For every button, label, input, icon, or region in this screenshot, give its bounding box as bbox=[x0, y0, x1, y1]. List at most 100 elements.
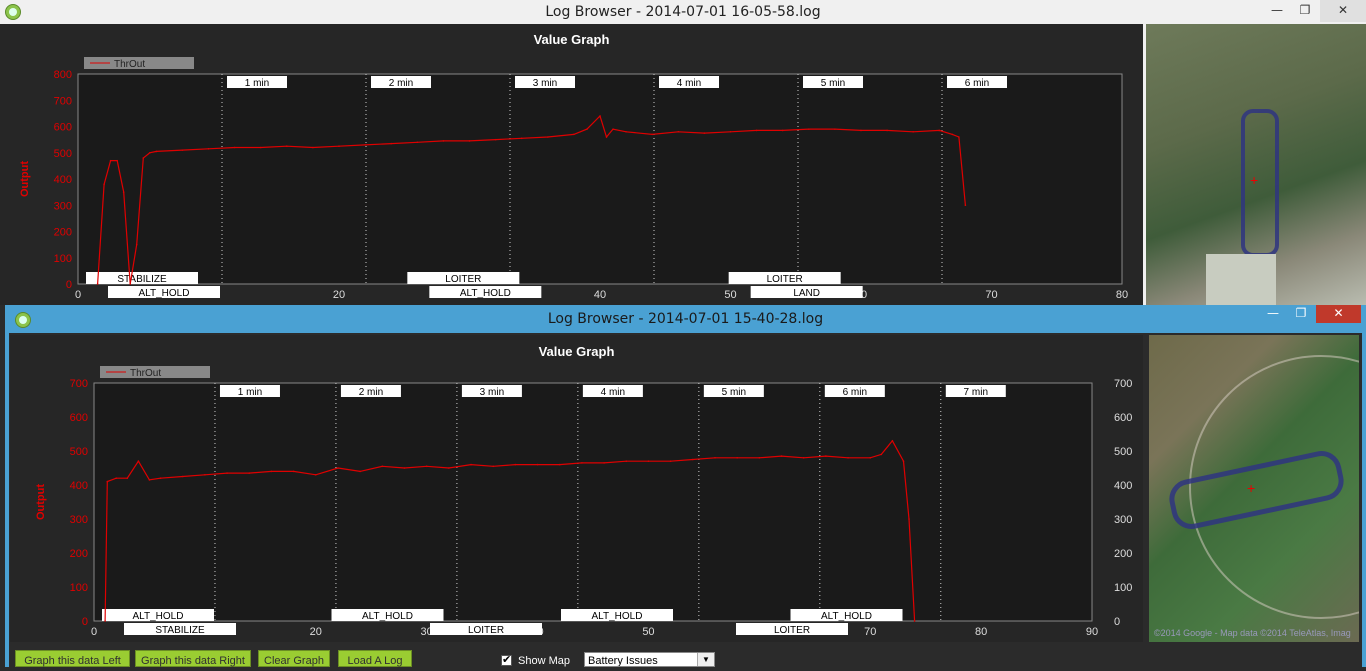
data-point bbox=[416, 141, 419, 144]
data-point bbox=[913, 620, 916, 622]
data-point bbox=[129, 283, 131, 285]
y-tick-label: 300 bbox=[70, 514, 88, 526]
data-point bbox=[286, 145, 288, 147]
map-1-track bbox=[1241, 109, 1279, 257]
map-view-1[interactable]: + bbox=[1146, 24, 1366, 305]
y-axis-label: Output bbox=[35, 484, 47, 520]
data-point bbox=[403, 467, 406, 469]
data-point bbox=[390, 142, 393, 145]
load-log-button[interactable]: Load A Log bbox=[338, 650, 412, 667]
chevron-down-icon[interactable]: ▼ bbox=[697, 653, 714, 666]
mode-label: STABILIZE bbox=[117, 274, 167, 285]
y-tick-label: 0 bbox=[66, 279, 72, 291]
data-point bbox=[337, 467, 339, 469]
data-point bbox=[314, 474, 317, 476]
mode-label: ALT_HOLD bbox=[362, 611, 413, 622]
data-point bbox=[558, 463, 561, 466]
plot-area bbox=[77, 73, 1123, 285]
y-tick-label: 100 bbox=[54, 253, 72, 265]
data-point bbox=[148, 151, 151, 154]
data-point bbox=[755, 129, 758, 132]
minute-label: 4 min bbox=[601, 387, 625, 398]
mode-label: LOITER bbox=[445, 274, 481, 285]
x-tick-label: 50 bbox=[642, 626, 654, 638]
data-point bbox=[364, 144, 366, 146]
minimize-icon-2[interactable]: — bbox=[1258, 305, 1288, 327]
minimize-icon[interactable]: — bbox=[1262, 0, 1292, 22]
data-point bbox=[808, 128, 810, 130]
minute-label: 5 min bbox=[722, 387, 746, 398]
data-point bbox=[103, 183, 105, 186]
mode-label: STABILIZE bbox=[155, 625, 205, 636]
preset-select[interactable]: Battery Issues ▼ bbox=[584, 652, 715, 667]
data-point bbox=[514, 463, 517, 466]
graph-right-button[interactable]: Graph this data Right bbox=[135, 650, 251, 667]
data-point bbox=[142, 157, 145, 159]
data-point bbox=[492, 465, 495, 468]
legend-label: ThrOut bbox=[130, 368, 161, 379]
data-point bbox=[677, 130, 680, 133]
data-point bbox=[470, 463, 472, 466]
mode-label: ALT_HOLD bbox=[460, 288, 511, 299]
data-point bbox=[148, 479, 151, 481]
data-point bbox=[312, 146, 314, 149]
checkmark-icon: ✔ bbox=[502, 654, 512, 666]
clear-graph-button[interactable]: Clear Graph bbox=[258, 650, 330, 667]
close-icon-2[interactable]: ✕ bbox=[1316, 305, 1361, 323]
data-point bbox=[181, 475, 184, 478]
data-point bbox=[651, 133, 653, 136]
minute-label: 1 min bbox=[238, 387, 262, 398]
restore-icon-2[interactable]: ❐ bbox=[1286, 305, 1316, 327]
legend-label: ThrOut bbox=[114, 59, 145, 70]
x-tick-label: 80 bbox=[1116, 289, 1128, 301]
y-axis-label: Output bbox=[19, 161, 31, 197]
data-point bbox=[233, 146, 236, 149]
x-tick-label: 40 bbox=[594, 289, 606, 301]
window-1-titlebar[interactable]: Log Browser - 2014-07-01 16-05-58.log — … bbox=[0, 0, 1366, 24]
data-point bbox=[104, 620, 106, 622]
value-graph-1[interactable]: Value Graph 0100200300400500600700800010… bbox=[0, 24, 1143, 305]
data-point bbox=[442, 140, 445, 142]
value-graph-2[interactable]: Value Graph 0 0 100 100 200 200 300 300 400 400 50… bbox=[10, 335, 1143, 642]
y-tick-label: 200 bbox=[70, 548, 88, 560]
data-point bbox=[109, 159, 112, 162]
data-point bbox=[159, 477, 162, 479]
map-view-2[interactable]: + ©2014 Google - Map data ©2014 TeleAtla… bbox=[1149, 335, 1359, 642]
y2-tick-label: 300 bbox=[1114, 514, 1132, 526]
minute-label: 2 min bbox=[389, 78, 413, 89]
data-point bbox=[669, 460, 672, 462]
plot-area bbox=[93, 382, 1093, 622]
data-point bbox=[270, 470, 273, 473]
minute-label: 5 min bbox=[821, 78, 845, 89]
y-tick-label: 600 bbox=[54, 122, 72, 134]
graph-2-canvas[interactable]: 0 0100 100200 200300 300400 400500 500600 60070… bbox=[10, 335, 1143, 642]
show-map-checkbox[interactable]: ✔ bbox=[501, 654, 512, 666]
data-point bbox=[586, 128, 588, 130]
map-2-copyright: ©2014 Google - Map data ©2014 TeleAtlas,… bbox=[1154, 628, 1351, 638]
data-point bbox=[781, 129, 784, 132]
app-icon-2 bbox=[15, 312, 31, 328]
minute-label: 6 min bbox=[965, 78, 989, 89]
data-point bbox=[116, 159, 118, 162]
map-1-building bbox=[1206, 254, 1276, 305]
window-2-titlebar[interactable]: Log Browser - 2014-07-01 15-40-28.log — … bbox=[5, 305, 1366, 333]
data-point bbox=[137, 460, 140, 462]
close-icon[interactable]: ✕ bbox=[1320, 0, 1366, 22]
data-point bbox=[259, 146, 262, 149]
data-point bbox=[494, 138, 497, 141]
data-point bbox=[448, 467, 450, 469]
data-point bbox=[902, 460, 905, 462]
y-tick-label: 400 bbox=[70, 480, 88, 492]
restore-icon[interactable]: ❐ bbox=[1290, 0, 1320, 22]
y-tick-label: 700 bbox=[70, 378, 88, 390]
graph-left-button[interactable]: Graph this data Left bbox=[15, 650, 130, 667]
graph-1-canvas[interactable]: 0100200300400500600700800010203040506070… bbox=[0, 24, 1143, 305]
mode-label: ALT_HOLD bbox=[133, 611, 184, 622]
y-tick-label: 100 bbox=[70, 582, 88, 594]
minute-label: 4 min bbox=[677, 78, 701, 89]
mode-label: LOITER bbox=[774, 625, 810, 636]
data-point bbox=[958, 136, 960, 138]
data-point bbox=[135, 243, 138, 246]
data-point bbox=[714, 457, 716, 459]
data-point bbox=[869, 457, 872, 459]
